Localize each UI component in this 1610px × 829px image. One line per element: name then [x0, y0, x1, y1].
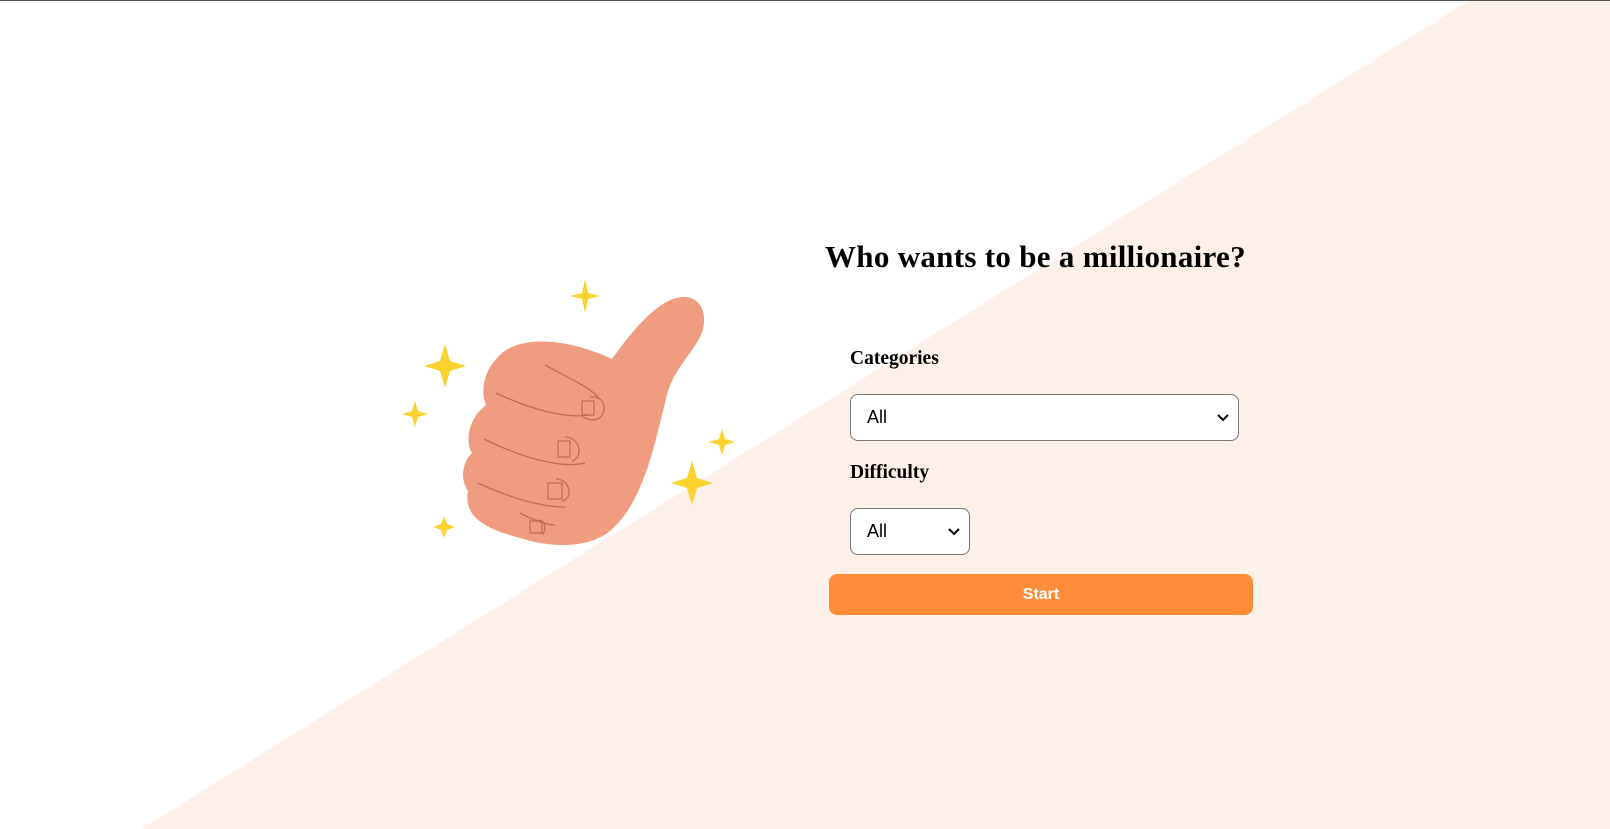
difficulty-selected-value: All [867, 521, 888, 541]
sparkle-icon [424, 344, 466, 388]
sparkle-icon [402, 401, 428, 427]
sparkle-icon [570, 279, 600, 313]
categories-label: Categories [850, 348, 939, 369]
quiz-setup-panel: Who wants to be a millionaire? [808, 237, 1253, 277]
page-title: Who wants to be a millionaire? [825, 239, 1246, 274]
categories-selected-value: All [867, 407, 888, 427]
difficulty-select[interactable]: All [850, 508, 970, 555]
start-button[interactable]: Start [829, 574, 1253, 615]
categories-select[interactable]: All [850, 394, 1239, 441]
sparkle-icon [671, 461, 713, 505]
thumbs-up-icon [463, 296, 705, 546]
difficulty-label: Difficulty [850, 462, 930, 483]
sparkle-icon [433, 516, 455, 538]
chevron-down-icon [948, 527, 960, 535]
sparkle-icon [709, 429, 735, 455]
thumbs-up-illustration [402, 279, 735, 546]
background-diagonal [141, 1, 1610, 829]
chevron-down-icon [1217, 413, 1229, 421]
